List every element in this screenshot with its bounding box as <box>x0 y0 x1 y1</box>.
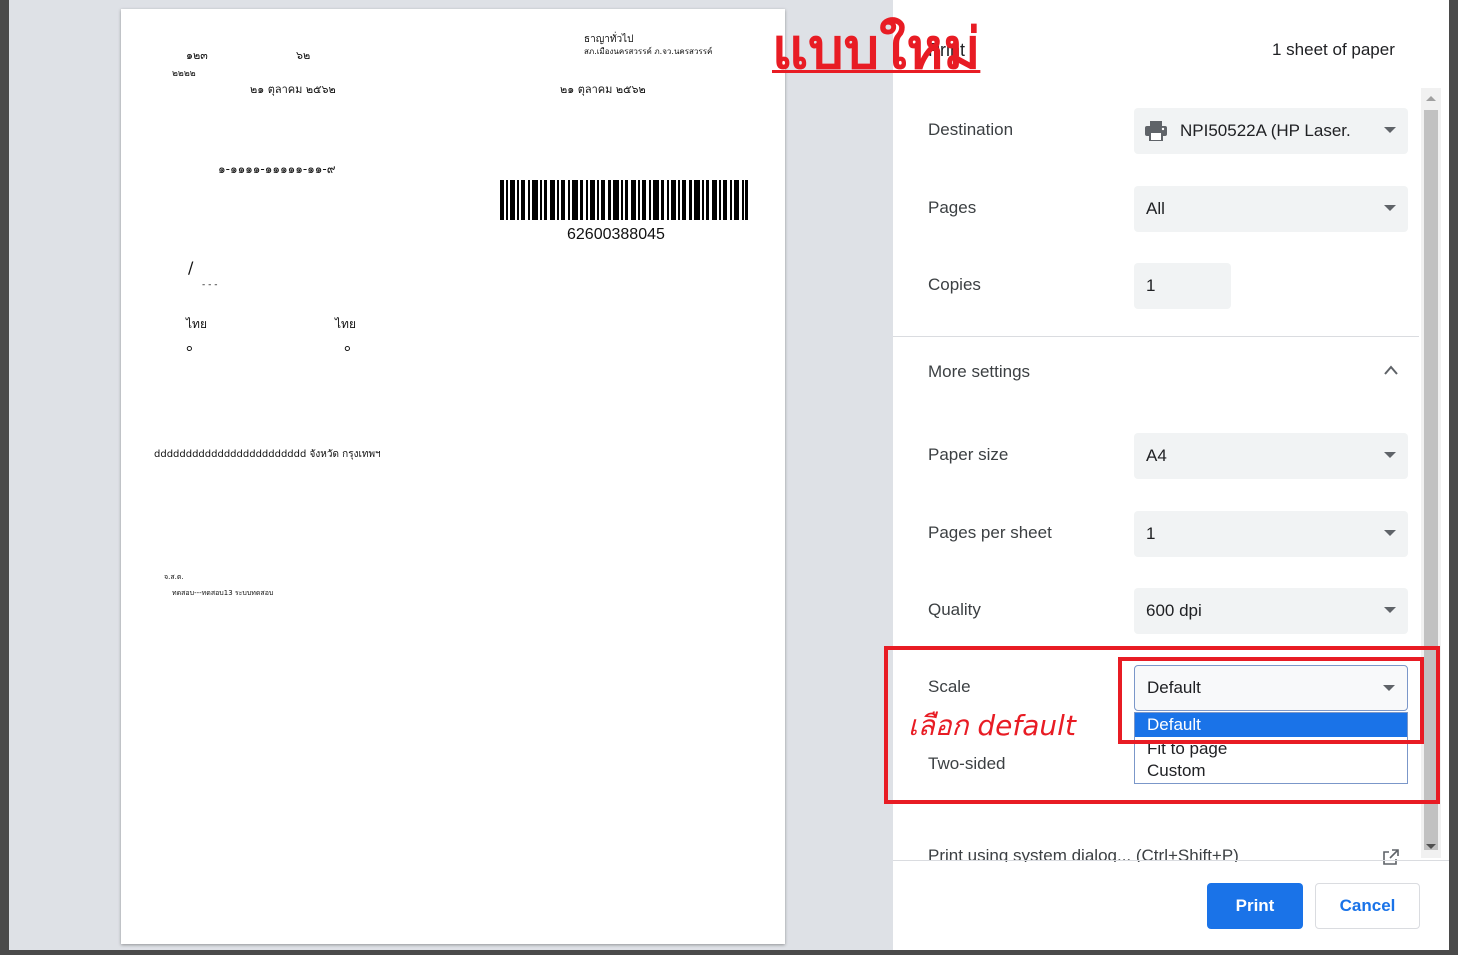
paper-size-value: A4 <box>1146 446 1167 465</box>
printer-icon <box>1145 121 1167 141</box>
annotation-choose-default: เลือก default <box>908 709 1076 742</box>
cancel-button[interactable]: Cancel <box>1315 883 1420 929</box>
more-settings-label[interactable]: More settings <box>928 362 1030 382</box>
chevron-down-icon <box>1384 127 1396 133</box>
window-frame-left <box>0 0 9 955</box>
code-small: ๒๒๒๒ <box>172 69 196 79</box>
destination-select[interactable]: NPI50522A (HP Laser. <box>1134 108 1408 154</box>
pages-per-sheet-value: 1 <box>1146 524 1156 543</box>
id-number: ๑-๑๑๑๑-๑๑๑๑๑-๑๑-๙ <box>218 162 336 176</box>
copies-input[interactable]: 1 <box>1134 263 1231 309</box>
sheet-count: 1 sheet of paper <box>1272 40 1395 59</box>
quality-select[interactable]: 600 dpi <box>1134 588 1408 634</box>
scroll-up-arrow[interactable] <box>1426 96 1436 101</box>
page-number-mid: ๖๒ <box>296 49 311 62</box>
header-right-line2: สภ.เมืองนครสวรรค์ ภ.จว.นครสวรรค์ <box>584 47 713 56</box>
quality-value: 600 dpi <box>1146 601 1202 620</box>
barcode <box>500 180 748 220</box>
zero-left: ๐ <box>186 341 193 354</box>
small-label: จ.ส.ต. <box>164 573 184 581</box>
quality-label: Quality <box>928 600 981 619</box>
chevron-down-icon <box>1384 205 1396 211</box>
chevron-down-icon <box>1384 530 1396 536</box>
paper-size-select[interactable]: A4 <box>1134 433 1408 479</box>
scroll-down-arrow[interactable] <box>1426 844 1436 849</box>
pages-value: All <box>1146 199 1165 218</box>
address-line: dddddddddddddddddddddddd จังหวัด กรุงเทพ… <box>154 449 381 460</box>
zero-right: ๐ <box>344 341 351 354</box>
destination-value: NPI50522A (HP Laser. <box>1180 121 1351 140</box>
pages-per-sheet-select[interactable]: 1 <box>1134 511 1408 557</box>
footer-divider <box>893 860 1449 861</box>
date-left: ๒๑ ตุลาคม ๒๕๖๒ <box>250 83 336 96</box>
page-number-left: ๑๒๓ <box>186 49 208 62</box>
small-line: ทดสอบ---ทดสอบ13 ระบบทดสอบ <box>172 589 274 597</box>
copies-label: Copies <box>928 275 981 294</box>
destination-label: Destination <box>928 120 1014 139</box>
pages-per-sheet-label: Pages per sheet <box>928 523 1052 542</box>
section-divider <box>893 336 1419 337</box>
chevron-up-icon[interactable] <box>1383 364 1399 376</box>
slash-mark: / <box>188 258 194 277</box>
nationality-left: ไทย <box>186 317 207 331</box>
print-button[interactable]: Print <box>1207 883 1303 929</box>
pages-select[interactable]: All <box>1134 186 1408 232</box>
pages-label: Pages <box>928 198 977 217</box>
nationality-right: ไทย <box>335 317 356 331</box>
barcode-number: 62600388045 <box>567 226 665 243</box>
dashes: - - - <box>202 280 218 290</box>
chevron-down-icon <box>1384 607 1396 613</box>
chevron-down-icon <box>1384 452 1396 458</box>
annotation-new-style: แบบใหม่ <box>772 17 981 82</box>
annotation-default-option-box <box>1118 657 1424 744</box>
preview-page <box>121 9 785 944</box>
paper-size-label: Paper size <box>928 445 1009 464</box>
window-frame-right <box>1449 0 1458 955</box>
date-right: ๒๑ ตุลาคม ๒๕๖๒ <box>560 83 646 96</box>
open-in-new-icon[interactable] <box>1383 849 1399 865</box>
copies-value: 1 <box>1146 276 1156 295</box>
window-frame-bottom <box>0 950 1458 955</box>
